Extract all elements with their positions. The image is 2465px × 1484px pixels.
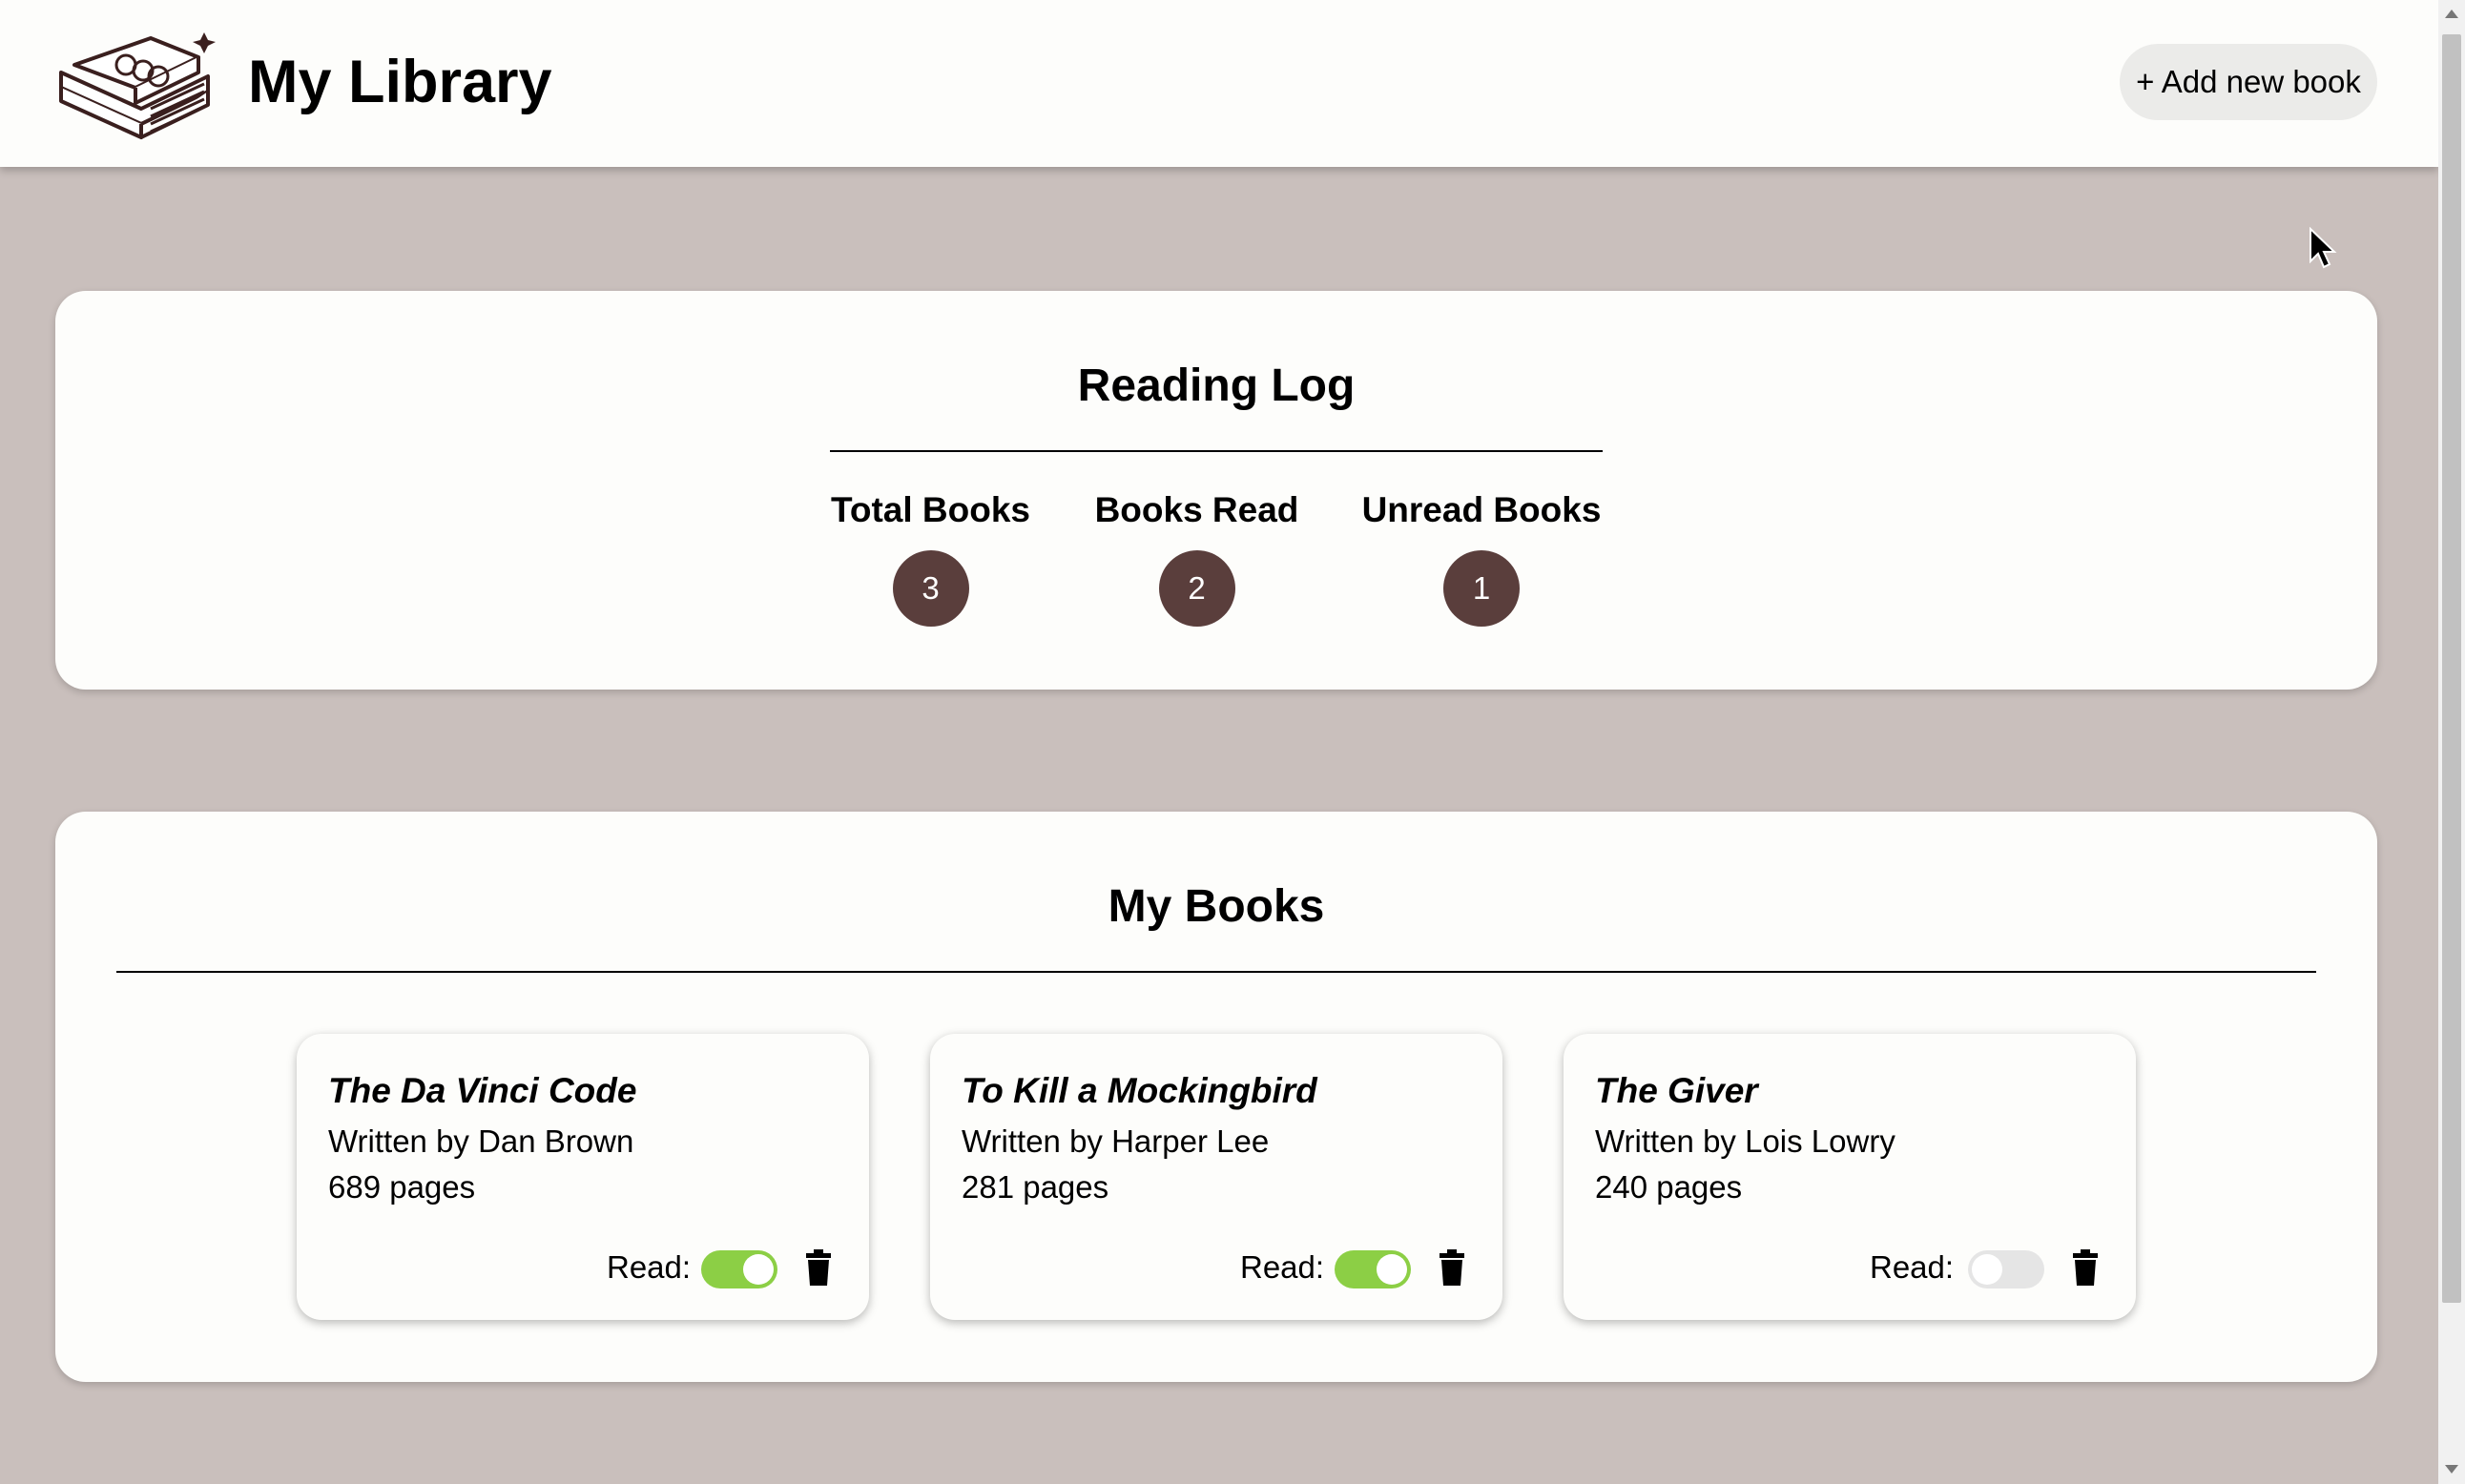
book-author: Written by Lois Lowry — [1595, 1123, 1895, 1159]
read-toggle[interactable] — [1968, 1250, 2044, 1288]
trash-icon[interactable] — [804, 1248, 833, 1287]
reading-log-panel: Reading Log Total Books 3 Books Read 2 U… — [55, 291, 2377, 690]
book-pages: 240 pages — [1595, 1169, 1743, 1205]
scroll-down-arrow-icon[interactable] — [2445, 1465, 2458, 1474]
toggle-knob — [1377, 1254, 1407, 1285]
total-books-count-badge: 3 — [892, 550, 969, 627]
book-title: The Giver — [1595, 1071, 1758, 1110]
divider — [830, 450, 1603, 452]
my-books-panel: My Books The Da Vinci Code Written by Da… — [55, 812, 2377, 1382]
read-label: Read: — [1240, 1249, 1325, 1285]
stat-total-books: Total Books 3 — [830, 489, 1031, 627]
stat-label: Total Books — [831, 490, 1030, 529]
reading-log-title: Reading Log — [1077, 361, 1356, 411]
scroll-up-arrow-icon[interactable] — [2445, 10, 2458, 18]
book-pages: 281 pages — [962, 1169, 1109, 1205]
books-read-count-badge: 2 — [1158, 550, 1235, 627]
app-title: My Library — [248, 49, 552, 115]
book-pages: 689 pages — [328, 1169, 476, 1205]
divider — [116, 971, 2316, 973]
read-toggle[interactable] — [1335, 1250, 1411, 1288]
book-title: To Kill a Mockingbird — [962, 1071, 1317, 1110]
book-card: The Da Vinci Code Written by Dan Brown 6… — [297, 1034, 869, 1320]
book-card: To Kill a Mockingbird Written by Harper … — [930, 1034, 1502, 1320]
app-header: My Library + Add new book — [0, 0, 2438, 167]
book-author: Written by Harper Lee — [962, 1123, 1270, 1159]
stat-books-read: Books Read 2 — [1093, 489, 1300, 627]
books-icon — [59, 32, 216, 139]
book-title: The Da Vinci Code — [328, 1071, 637, 1110]
toggle-knob — [743, 1254, 774, 1285]
unread-books-count-badge: 1 — [1443, 550, 1520, 627]
read-toggle[interactable] — [701, 1250, 777, 1288]
vertical-scrollbar[interactable] — [2438, 0, 2465, 1484]
trash-icon[interactable] — [2071, 1248, 2100, 1287]
stat-label: Books Read — [1094, 490, 1299, 529]
trash-icon[interactable] — [1438, 1248, 1466, 1287]
read-label: Read: — [607, 1249, 692, 1285]
my-books-title: My Books — [1108, 881, 1325, 932]
read-label: Read: — [1870, 1249, 1955, 1285]
book-author: Written by Dan Brown — [328, 1123, 634, 1159]
scrollbar-thumb[interactable] — [2442, 34, 2461, 1303]
book-card: The Giver Written by Lois Lowry 240 page… — [1564, 1034, 2136, 1320]
stat-unread-books: Unread Books 1 — [1360, 489, 1603, 627]
mouse-cursor-icon — [2310, 227, 2337, 269]
add-new-book-button[interactable]: + Add new book — [2120, 44, 2377, 120]
toggle-knob — [1972, 1254, 2002, 1285]
stat-label: Unread Books — [1361, 490, 1602, 529]
